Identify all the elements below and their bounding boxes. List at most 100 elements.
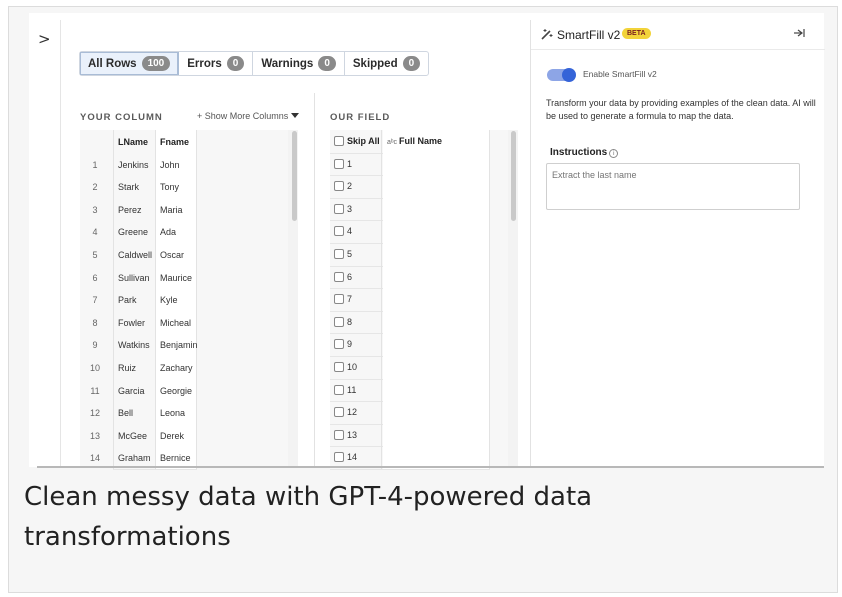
cell-text: Tony [160, 182, 180, 193]
row-number: 7 [347, 294, 353, 305]
table-row: 3 Perez Maria [80, 197, 298, 221]
skip-row-checkbox[interactable] [334, 271, 344, 282]
cell-text: Bell [118, 408, 134, 419]
row-divider [330, 469, 490, 470]
full-name-cell[interactable] [383, 175, 490, 198]
smartfill-toggle[interactable] [547, 68, 576, 82]
panel-title: SmartFill v2 [557, 28, 621, 42]
skip-row-checkbox[interactable] [334, 294, 344, 305]
header-lname: LName [113, 130, 155, 153]
full-name-cell[interactable] [383, 197, 490, 221]
cell-fname: Leona [155, 401, 197, 424]
expand-sidebar-chevron-icon[interactable]: > [38, 30, 51, 48]
cell-text: Greene [118, 227, 149, 238]
skip-all-cell: Skip All [330, 130, 382, 153]
skip-row-checkbox[interactable] [334, 203, 344, 214]
skip-cell: 3 [330, 197, 382, 221]
table-row: 8 Fowler Micheal [80, 310, 298, 334]
full-name-header-label: Full Name [399, 136, 443, 146]
skip-cell: 10 [330, 356, 382, 379]
cell-text: Maurice [160, 272, 193, 283]
cell-lname: Perez [113, 197, 155, 221]
cell-text: John [160, 159, 180, 170]
tab-errors[interactable]: Errors 0 [179, 52, 254, 75]
skip-cell: 6 [330, 265, 382, 289]
cell-fname: Oscar [155, 243, 197, 266]
skip-row-checkbox[interactable] [334, 158, 344, 169]
full-name-cell[interactable] [383, 243, 490, 266]
skip-row-checkbox[interactable] [334, 339, 344, 350]
instructions-input[interactable] [546, 163, 800, 210]
table-row: 10 Ruiz Zachary [80, 356, 298, 379]
skip-row-checkbox[interactable] [334, 362, 344, 372]
collapse-panel-icon[interactable] [793, 27, 807, 42]
cell-fname: Benjamin [155, 333, 198, 356]
cell-fname: Maurice [155, 265, 197, 289]
row-number: 9 [92, 340, 98, 351]
full-name-cell[interactable] [383, 333, 490, 356]
skip-all-label: Skip All [347, 136, 380, 146]
full-name-cell[interactable] [383, 265, 490, 289]
row-number: 3 [347, 203, 353, 214]
tab-skipped[interactable]: Skipped 0 [345, 52, 428, 75]
row-divider [113, 469, 197, 470]
target-scrollbar[interactable] [511, 131, 516, 221]
text-type-icon: aᵇc [387, 139, 398, 146]
tab-all-rows[interactable]: All Rows 100 [80, 52, 180, 75]
cell-text: Leona [160, 408, 186, 419]
skip-cell: 9 [330, 333, 382, 356]
skip-cell: 13 [330, 423, 382, 447]
full-name-header-content: aᵇc Full Name [387, 136, 442, 146]
cell-text: Oscar [160, 250, 185, 260]
skip-all-checkbox[interactable] [334, 136, 344, 146]
skip-row-checkbox[interactable] [334, 384, 344, 395]
tab-warnings[interactable]: Warnings 0 [253, 52, 345, 75]
full-name-cell[interactable] [383, 401, 490, 424]
row-number: 9 [347, 339, 353, 350]
skip-cell: 11 [330, 378, 382, 402]
cell-text: Maria [160, 204, 183, 215]
cell-lname: Greene [113, 220, 155, 243]
full-name-cell[interactable] [383, 288, 490, 311]
cell-lname: Bell [113, 401, 155, 424]
show-more-columns-button[interactable]: + Show More Columns [197, 111, 300, 121]
cell-text: Sullivan [118, 272, 150, 283]
panel-header: SmartFill v2 BETA [531, 20, 825, 50]
skip-cell: 12 [330, 401, 382, 424]
row-number: 6 [347, 271, 353, 282]
full-name-cell[interactable] [383, 152, 490, 176]
skip-row-checkbox[interactable] [334, 249, 344, 259]
skip-row-checkbox[interactable] [334, 452, 344, 463]
skip-row-checkbox[interactable] [334, 181, 344, 192]
full-name-cell[interactable] [383, 220, 490, 243]
skip-cell: 7 [330, 288, 382, 311]
full-name-cell[interactable] [383, 378, 490, 402]
info-icon[interactable]: i [609, 149, 619, 158]
full-name-cell[interactable] [383, 423, 490, 447]
skip-row-checkbox[interactable] [334, 226, 344, 237]
table-row: 6 Sullivan Maurice [80, 265, 298, 289]
cell-lname: Stark [113, 175, 155, 198]
full-name-cell[interactable] [383, 310, 490, 334]
cell-lname: Park [113, 288, 155, 311]
cell-text: Jenkins [118, 159, 149, 170]
row-number: 12 [347, 407, 358, 418]
skip-row-checkbox[interactable] [334, 407, 344, 418]
tab-label: Warnings [261, 57, 314, 70]
full-name-cell[interactable] [383, 356, 490, 379]
skip-row-checkbox[interactable] [334, 429, 344, 440]
table-row: 13 [330, 423, 518, 447]
skip-row-checkbox[interactable] [334, 316, 344, 327]
row-number: 12 [89, 408, 100, 419]
beta-badge: BETA [622, 28, 651, 39]
cell-lname: Caldwell [113, 243, 155, 266]
toggle-label: Enable SmartFill v2 [583, 69, 657, 79]
caption: Clean messy data with GPT-4-powered data… [24, 482, 593, 552]
cell-text: Ada [160, 227, 177, 238]
source-scrollbar[interactable] [292, 131, 297, 221]
tab-count-badge: 100 [141, 56, 171, 71]
row-filter-tabs: All Rows 100 Errors 0 Warnings 0 Skipped 0 [79, 51, 430, 76]
cell-text: Benjamin [160, 340, 198, 351]
cell-text: LName [118, 137, 149, 147]
target-table: Skip All aᵇc Full Name 1 2 3 4 5 6 7 8 9 10 11 12 13 14 [330, 130, 518, 470]
